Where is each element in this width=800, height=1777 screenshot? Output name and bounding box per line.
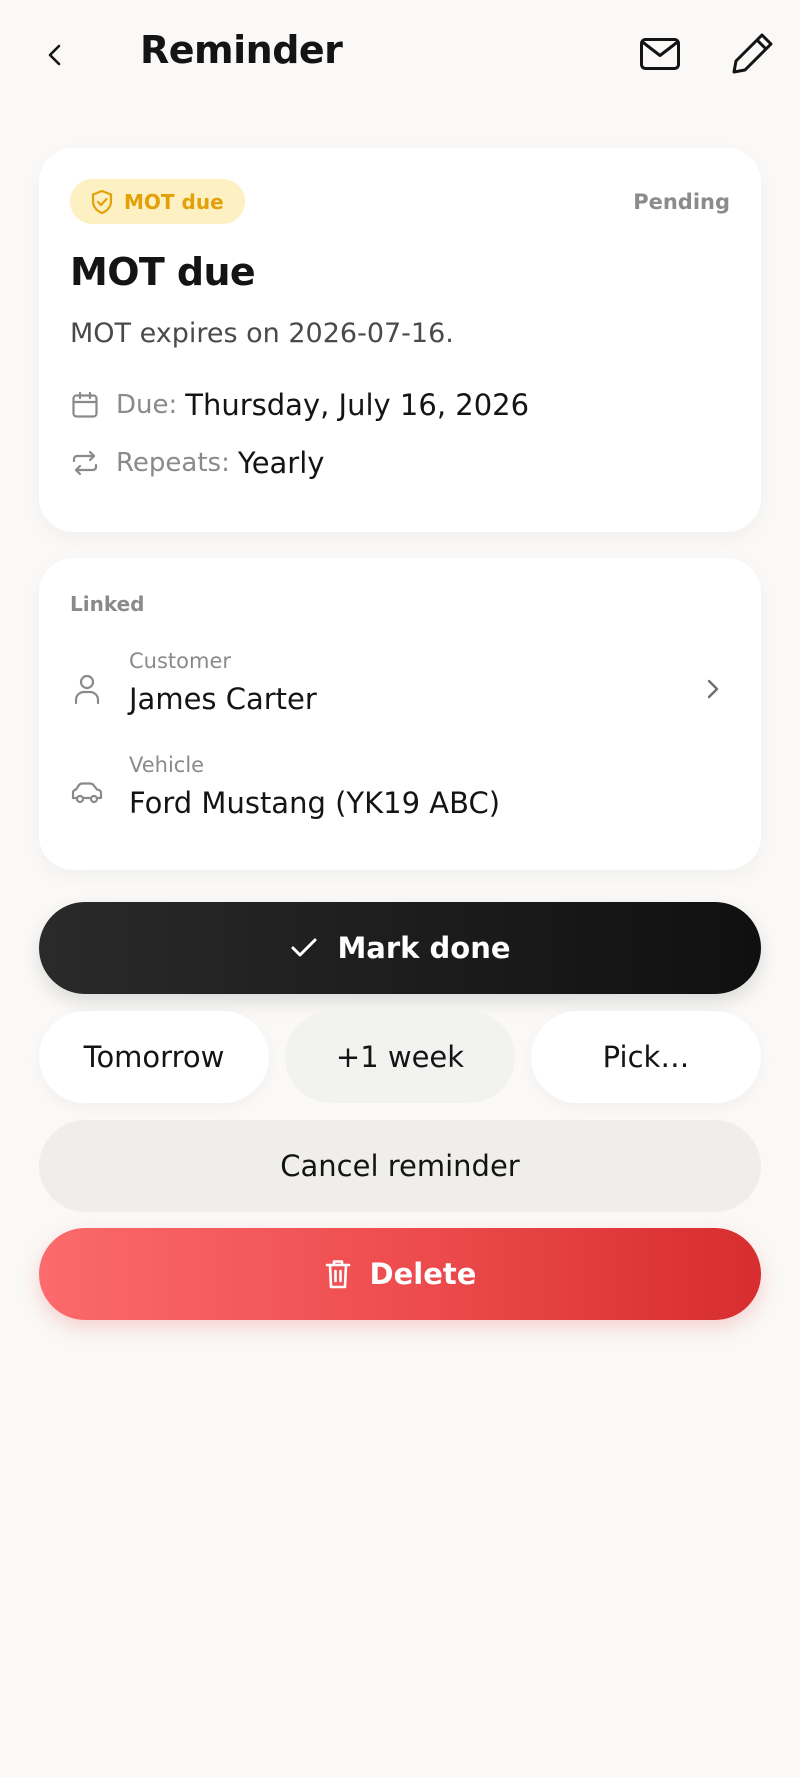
mail-icon — [640, 38, 680, 70]
customer-label: Customer — [129, 649, 232, 673]
car-icon — [70, 776, 104, 810]
repeat-row: Repeats: Yearly — [70, 446, 324, 480]
snooze-pick-button[interactable]: Pick… — [531, 1011, 761, 1103]
check-icon — [291, 938, 317, 957]
repeat-icon — [70, 448, 100, 478]
trash-icon — [325, 1260, 350, 1289]
category-badge: MOT due — [70, 179, 245, 224]
vehicle-name: Ford Mustang (YK19 ABC) — [129, 786, 501, 820]
reminder-title: MOT due — [70, 250, 256, 294]
customer-name: James Carter — [129, 682, 317, 716]
shield-check-icon — [91, 189, 113, 214]
delete-button[interactable]: Delete — [39, 1228, 761, 1320]
mark-done-button[interactable]: Mark done — [39, 902, 761, 994]
repeats-value: Yearly — [237, 446, 325, 480]
page-title: Reminder — [140, 28, 343, 72]
due-date-row: Due: Thursday, July 16, 2026 — [70, 388, 529, 422]
email-button[interactable] — [634, 28, 686, 80]
linked-card: Linked Customer James Carter Vehicle For… — [39, 558, 761, 870]
reminder-screen: Reminder MOT due Pending MOT due MOT exp… — [0, 0, 800, 1777]
linked-customer-row[interactable]: Customer James Carter — [39, 646, 761, 734]
linked-section-label: Linked — [70, 592, 145, 616]
pencil-icon — [732, 33, 773, 74]
edit-button[interactable] — [726, 26, 780, 80]
delete-label: Delete — [369, 1257, 477, 1291]
reminder-details-card: MOT due Pending MOT due MOT expires on 2… — [39, 148, 761, 532]
vehicle-label: Vehicle — [129, 753, 205, 777]
cancel-reminder-button[interactable]: Cancel reminder — [39, 1120, 761, 1212]
mark-done-label: Mark done — [337, 931, 511, 965]
user-icon — [70, 672, 104, 706]
linked-vehicle-row: Vehicle Ford Mustang (YK19 ABC) — [39, 750, 761, 838]
due-label: Due: — [116, 390, 178, 420]
status-badge: Pending — [633, 190, 730, 214]
category-badge-label: MOT due — [124, 189, 224, 214]
chevron-left-icon — [48, 44, 61, 66]
reminder-description: MOT expires on 2026-07-16. — [70, 318, 454, 349]
due-value: Thursday, July 16, 2026 — [185, 388, 530, 422]
repeats-label: Repeats: — [116, 448, 230, 478]
app-header: Reminder — [0, 0, 800, 110]
snooze-week-button[interactable]: +1 week — [285, 1011, 515, 1103]
chevron-right-icon — [701, 674, 725, 704]
calendar-icon — [70, 390, 100, 420]
snooze-tomorrow-button[interactable]: Tomorrow — [39, 1011, 269, 1103]
back-button[interactable] — [34, 30, 76, 80]
